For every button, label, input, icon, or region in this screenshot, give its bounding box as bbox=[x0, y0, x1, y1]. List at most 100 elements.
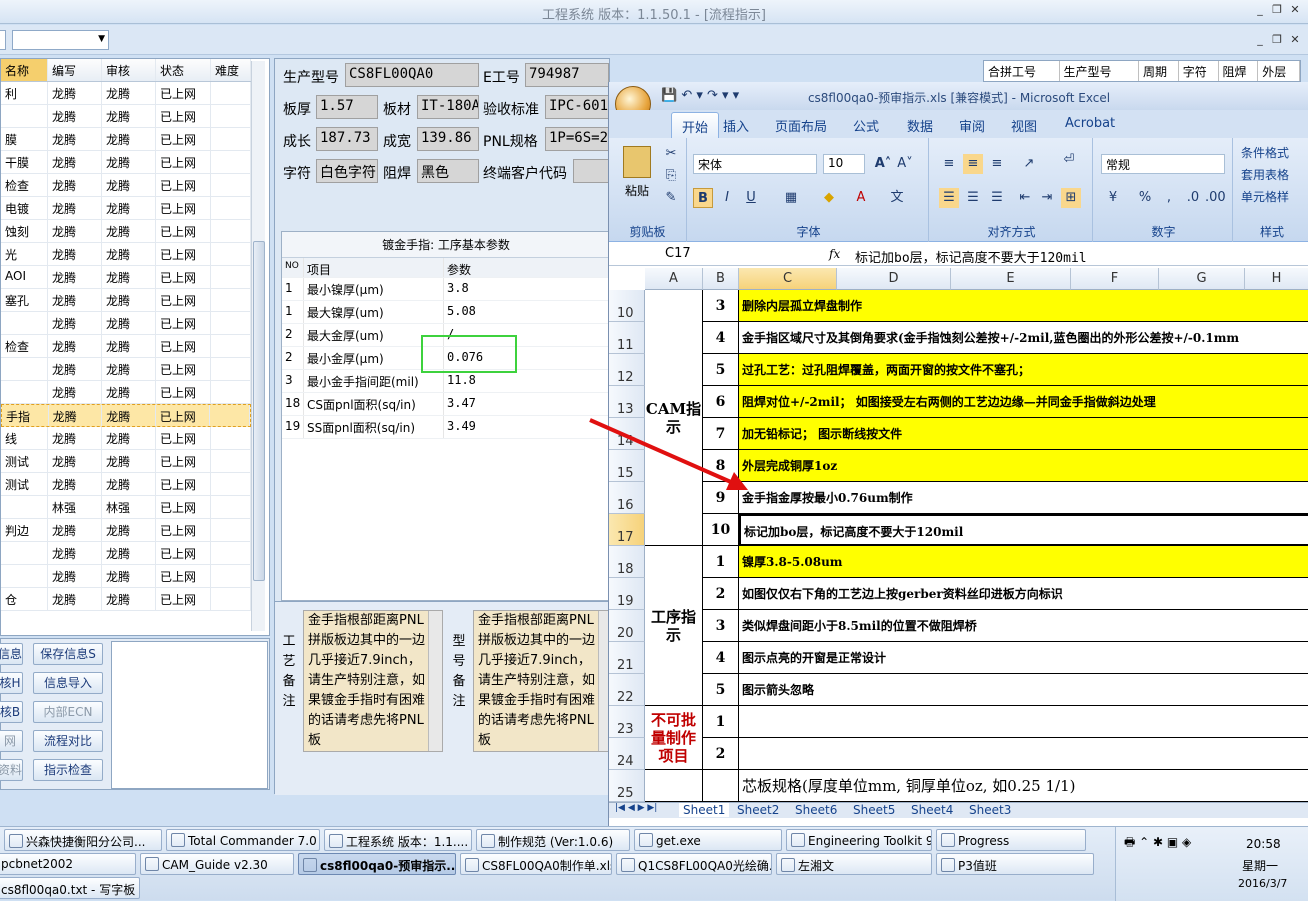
align-center-icon[interactable]: ☰ bbox=[963, 188, 983, 208]
summary-col[interactable]: 周期 bbox=[1139, 61, 1179, 81]
instruction-cell[interactable]: 镍厚3.8-5.08um bbox=[739, 546, 1308, 578]
blank-a-cell[interactable] bbox=[645, 770, 703, 802]
column-header[interactable]: G bbox=[1159, 268, 1245, 290]
thickness-field[interactable]: 1.57 bbox=[316, 95, 378, 119]
width-field[interactable]: 139.86 bbox=[417, 127, 479, 151]
row-header[interactable]: 20 bbox=[609, 610, 645, 642]
align-bottom-icon[interactable]: ≡ bbox=[987, 154, 1007, 174]
process-note-text[interactable]: 金手指根部距离PNL拼版板边其中的一边几乎接近7.9inch，请生产特别注意，如… bbox=[303, 610, 443, 752]
align-top-icon[interactable]: ≡ bbox=[939, 154, 959, 174]
row-header[interactable]: 24 bbox=[609, 738, 645, 770]
restore-icon[interactable]: ❐ bbox=[1270, 3, 1284, 17]
net-button[interactable]: 网 bbox=[0, 730, 23, 752]
quick-access-icons[interactable]: 💾 ↶ ▾ ↷ ▾ ▾ bbox=[661, 88, 739, 103]
not-batch-group-cell[interactable]: 不可批量制作项目 bbox=[645, 706, 703, 770]
format-painter-icon[interactable]: ✎ bbox=[661, 188, 681, 208]
row-header[interactable]: 23 bbox=[609, 706, 645, 738]
toolbar-dropdown-left[interactable] bbox=[0, 30, 6, 50]
customer-code-field[interactable] bbox=[573, 159, 609, 183]
ribbon-tab[interactable]: 视图 bbox=[1011, 116, 1037, 135]
taskbar-item[interactable]: 工程系统 版本：1.1.... bbox=[324, 829, 472, 851]
char-field[interactable]: 白色字符 bbox=[316, 159, 378, 183]
process-row[interactable]: 膜龙腾 龙腾 已上网 bbox=[1, 128, 251, 151]
formula-input[interactable]: 标记加bo层，标记高度不要大于120mil bbox=[855, 247, 1087, 266]
align-middle-icon[interactable]: ≡ bbox=[963, 154, 983, 174]
wrap-text-icon[interactable]: ⏎ bbox=[1059, 150, 1079, 170]
fill-color-icon[interactable]: ◆ bbox=[819, 188, 839, 208]
process-row[interactable]: 龙腾 龙腾 已上网 bbox=[1, 542, 251, 565]
material-field[interactable]: IT-180A bbox=[417, 95, 479, 119]
process-row[interactable]: 利龙腾 龙腾 已上网 bbox=[1, 82, 251, 105]
taskbar-item[interactable]: Progress bbox=[936, 829, 1086, 851]
sheet-tab[interactable]: Sheet6 bbox=[795, 803, 837, 817]
vertical-scrollbar[interactable] bbox=[251, 61, 265, 631]
close-icon[interactable]: ✕ bbox=[1288, 3, 1302, 17]
sheet-tab[interactable]: Sheet2 bbox=[737, 803, 779, 817]
column-header[interactable]: F bbox=[1071, 268, 1159, 290]
font-name-select[interactable]: 宋体 bbox=[693, 154, 817, 174]
row-header[interactable]: 10 bbox=[609, 290, 645, 322]
column-header[interactable]: C bbox=[739, 268, 837, 290]
sheet-tab[interactable]: Sheet5 bbox=[853, 803, 895, 817]
instruction-cell[interactable]: 外层完成铜厚1oz bbox=[739, 450, 1308, 482]
paste-icon[interactable] bbox=[623, 146, 651, 178]
taskbar-item[interactable]: 制作规范 (Ver:1.0.6) bbox=[476, 829, 630, 851]
item-no-cell[interactable]: 5 bbox=[703, 354, 739, 386]
ribbon-tab[interactable]: Acrobat bbox=[1065, 116, 1115, 131]
taskbar-item[interactable]: Total Commander 7.0 p... bbox=[166, 829, 320, 851]
save-info-button[interactable]: 保存信息S bbox=[33, 643, 103, 665]
phonetic-icon[interactable]: 文 bbox=[887, 188, 907, 208]
item-no-cell[interactable]: 5 bbox=[703, 674, 739, 706]
sheet-tab[interactable]: Sheet4 bbox=[911, 803, 953, 817]
summary-col[interactable]: 字符 bbox=[1179, 61, 1219, 81]
tray-icons[interactable]: 🖶 ⌃ ✱ ▣ ◈ bbox=[1124, 833, 1191, 854]
param-row[interactable]: 1 最大镍厚(um) 5.08 bbox=[282, 301, 610, 324]
instruction-cell[interactable]: 删除内层孤立焊盘制作 bbox=[739, 290, 1308, 322]
summary-col[interactable]: 阻焊 bbox=[1219, 61, 1259, 81]
format-as-table-button[interactable]: 套用表格 bbox=[1241, 166, 1289, 183]
process-group-cell[interactable]: 工序指示 bbox=[645, 546, 703, 706]
decrease-decimal-icon[interactable]: .00 bbox=[1205, 188, 1226, 208]
toolbar-dropdown[interactable]: ▼ bbox=[12, 30, 109, 50]
process-row[interactable]: 检查 龙腾 龙腾 已上网 bbox=[1, 335, 251, 358]
currency-icon[interactable]: ¥ bbox=[1103, 188, 1123, 208]
ribbon-tab[interactable]: 开始 bbox=[671, 112, 720, 138]
number-format-select[interactable]: 常规 bbox=[1101, 154, 1225, 174]
cell-styles-button[interactable]: 单元格样 bbox=[1241, 188, 1289, 205]
item-no-cell[interactable]: 1 bbox=[703, 546, 739, 578]
process-row[interactable]: 检查 龙腾 龙腾 已上网 bbox=[1, 174, 251, 197]
item-no-cell[interactable]: 4 bbox=[703, 322, 739, 354]
font-color-icon[interactable]: A bbox=[851, 188, 871, 208]
mdi-close-icon[interactable]: ✕ bbox=[1288, 33, 1302, 47]
taskbar-item[interactable]: Q1CS8FL00QA0光绘确... bbox=[616, 853, 772, 875]
instruction-cell[interactable] bbox=[739, 706, 1308, 738]
sheet-nav-icons[interactable]: |◀ ◀ ▶ ▶| bbox=[615, 803, 657, 813]
underline-icon[interactable]: U bbox=[741, 188, 761, 208]
row-header[interactable]: 22 bbox=[609, 674, 645, 706]
process-row[interactable]: 塞孔 龙腾 龙腾 已上网 bbox=[1, 289, 251, 312]
process-row[interactable]: 光龙腾 龙腾 已上网 bbox=[1, 243, 251, 266]
mdi-minimize-icon[interactable]: _ bbox=[1253, 33, 1267, 47]
shrink-font-icon[interactable]: A˅ bbox=[895, 154, 915, 174]
instruction-cell[interactable]: 图示点亮的开窗是正常设计 bbox=[739, 642, 1308, 674]
scroll-thumb[interactable] bbox=[253, 241, 265, 581]
font-size-select[interactable]: 10 bbox=[823, 154, 865, 174]
taskbar-item[interactable]: CS8FL00QA0制作单.xls ... bbox=[460, 853, 612, 875]
eno-field[interactable]: 794987 bbox=[525, 63, 609, 87]
conditional-format-button[interactable]: 条件格式 bbox=[1241, 144, 1289, 161]
instruction-cell[interactable]: 过孔工艺：过孔阻焊覆盖，两面开窗的按文件不塞孔； bbox=[739, 354, 1308, 386]
taskbar-item[interactable]: get.exe bbox=[634, 829, 782, 851]
row-header[interactable]: 21 bbox=[609, 642, 645, 674]
item-no-cell[interactable]: 3 bbox=[703, 290, 739, 322]
italic-icon[interactable]: I bbox=[717, 188, 737, 208]
decrease-indent-icon[interactable]: ⇤ bbox=[1015, 188, 1035, 208]
minimize-icon[interactable]: _ bbox=[1253, 3, 1267, 17]
process-row[interactable]: 仓龙腾 龙腾 已上网 bbox=[1, 588, 251, 611]
item-no-cell[interactable]: 10 bbox=[703, 514, 739, 546]
ribbon-tab[interactable]: 审阅 bbox=[959, 116, 985, 135]
process-row[interactable]: 龙腾 龙腾 已上网 bbox=[1, 381, 251, 404]
instruction-cell[interactable] bbox=[739, 738, 1308, 770]
process-row[interactable]: 龙腾 龙腾 已上网 bbox=[1, 565, 251, 588]
item-no-cell[interactable]: 2 bbox=[703, 738, 739, 770]
process-row[interactable]: 蚀刻 龙腾 龙腾 已上网 bbox=[1, 220, 251, 243]
